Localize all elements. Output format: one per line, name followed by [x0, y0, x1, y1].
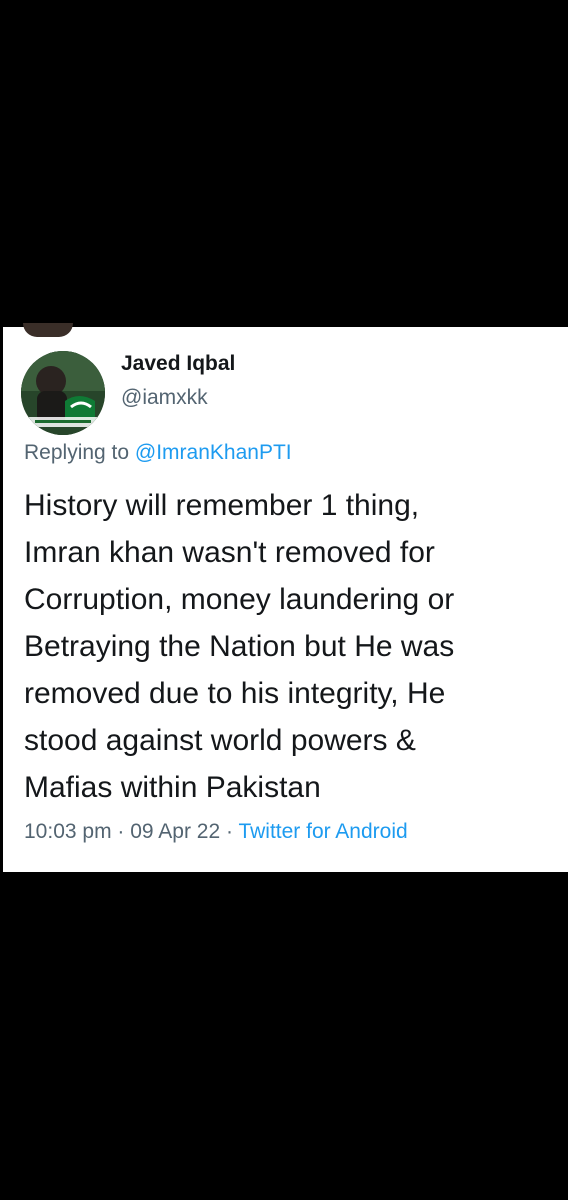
tweet-text-line: stood against world powers & [24, 724, 416, 757]
profile-photo-icon [21, 351, 105, 435]
meta-separator: · [220, 820, 239, 843]
user-info: Javed Iqbal @iamxkk [121, 351, 235, 411]
avatar[interactable] [21, 351, 105, 435]
tweet-time[interactable]: 10:03 pm [24, 820, 112, 843]
tweet-meta: 10:03 pm · 09 Apr 22 · Twitter for Andro… [24, 819, 408, 845]
tweet-card: Javed Iqbal @iamxkk Replying to @ImranKh… [3, 323, 568, 872]
reply-mention-link[interactable]: @ImranKhanPTI [135, 441, 292, 464]
meta-separator: · [111, 820, 131, 843]
display-name[interactable]: Javed Iqbal [121, 351, 235, 377]
user-handle[interactable]: @iamxkk [121, 385, 235, 411]
tweet-source-link[interactable]: Twitter for Android [238, 820, 407, 843]
tweet-text-line: Imran khan wasn't removed for [24, 536, 435, 569]
replying-to-label: Replying to [24, 441, 135, 464]
replying-to-line: Replying to @ImranKhanPTI [24, 440, 292, 466]
tweet-text-line: Corruption, money laundering or [24, 583, 455, 616]
tweet-text-line: Mafias within Pakistan [24, 771, 321, 804]
tweet-text-line: History will remember 1 thing, [24, 489, 420, 522]
previous-content-fragment [23, 323, 73, 337]
screenshot-page: Javed Iqbal @iamxkk Replying to @ImranKh… [0, 0, 568, 1200]
tweet-text-line: Betraying the Nation but He was [24, 630, 455, 663]
tweet-text: History will remember 1 thing, Imran kha… [24, 482, 564, 811]
tweet-text-line: removed due to his integrity, He [24, 677, 446, 710]
tweet-date[interactable]: 09 Apr 22 [130, 820, 220, 843]
